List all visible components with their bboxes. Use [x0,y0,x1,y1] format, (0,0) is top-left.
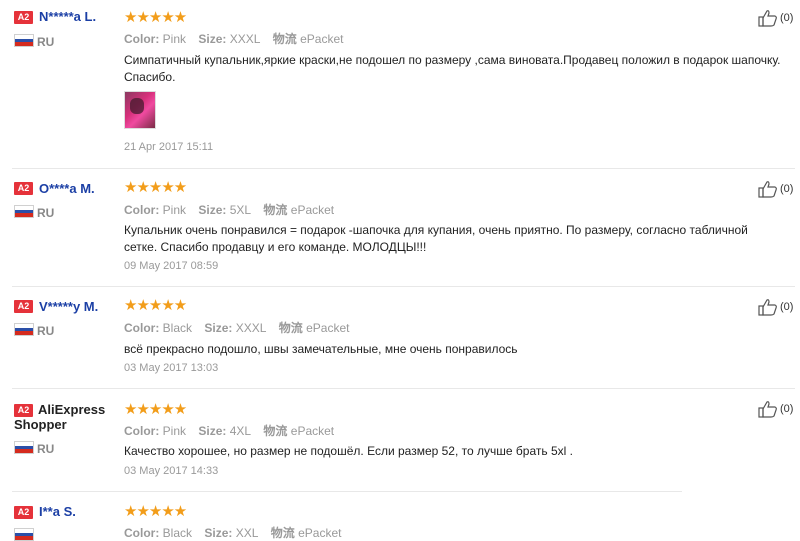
order-attributes: Color: Black Size: XXXL 物流 ePacket [124,319,349,336]
review-text: Качество хорошее, но размер не подошёл. … [124,444,573,458]
review-text: Симпатичный купальник,яркие краски,не по… [124,53,781,84]
like-button[interactable]: (0) [758,9,798,29]
country-flag-icon [14,205,34,218]
color-value: Black [162,321,193,335]
size-value: 5XL [229,203,252,217]
thumbs-up-icon [758,299,777,316]
like-count: (0) [780,183,794,195]
review-date: 03 May 2017 13:03 [124,362,219,374]
shipping-value: ePacket [306,321,350,335]
shipping-value: ePacket [298,526,342,540]
country-flag-icon [14,323,34,336]
color-value: Pink [162,203,187,217]
size-label: Size: [204,321,233,335]
like-button[interactable]: (0) [758,298,798,318]
color-value: Pink [162,424,187,438]
star-rating: ★★★★★ [124,503,187,520]
review-photo-thumbnail[interactable] [124,91,156,129]
star-rating: ★★★★★ [124,179,187,196]
shipping-label: 物流 [272,32,297,46]
size-label: Size: [198,424,227,438]
like-button[interactable]: (0) [758,180,798,200]
shipping-value: ePacket [290,203,335,217]
order-attributes: Color: Pink Size: 4XL 物流 ePacket [124,422,334,439]
size-value: XXXL [235,321,267,335]
reviewer-name: V*****y M. [39,299,99,314]
country-flag-icon [14,441,34,454]
thumbs-up-icon [758,10,777,27]
reviewer-country: RU [37,324,55,338]
order-attributes: Color: Pink Size: 5XL 物流 ePacket [124,201,334,218]
size-value: XXXL [229,32,261,46]
size-label: Size: [198,32,227,46]
shipping-value: ePacket [300,32,344,46]
review-divider [12,491,682,492]
country-flag-icon [14,34,34,47]
reviewer-name: O****a M. [39,181,95,196]
reviewer-country: RU [37,442,55,456]
review-text: всё прекрасно подошло, швы замечательные… [124,342,518,356]
shipping-label: 物流 [263,424,288,438]
star-rating: ★★★★★ [124,297,187,314]
reviewer-name: AliExpress Shopper [14,402,106,432]
reviewer-name: I**a S. [39,504,76,519]
reviewer-country: RU [37,206,55,220]
size-value: 4XL [229,424,252,438]
color-label: Color: [124,424,160,438]
shipping-value: ePacket [290,424,335,438]
thumbs-up-icon [758,181,777,198]
review-text: Купальник очень понравился = подарок -ша… [124,223,748,254]
size-label: Size: [204,526,233,540]
shipping-label: 物流 [270,526,295,540]
star-rating: ★★★★★ [124,9,187,26]
star-rating: ★★★★★ [124,401,187,418]
color-value: Black [162,526,193,540]
like-count: (0) [780,12,794,24]
review-divider [12,168,795,169]
color-value: Pink [162,32,187,46]
review-divider [12,286,795,287]
like-button[interactable]: (0) [758,400,798,420]
buyer-level-badge: A2 [14,300,33,313]
buyer-level-badge: A2 [14,11,33,24]
thumbs-up-icon [758,401,777,418]
like-count: (0) [780,403,794,415]
color-label: Color: [124,526,160,540]
buyer-level-badge: A2 [14,506,33,519]
shipping-label: 物流 [278,321,303,335]
size-value: XXL [235,526,259,540]
review-date: 21 Apr 2017 15:11 [124,141,214,153]
order-attributes: Color: Pink Size: XXXL 物流 ePacket [124,30,343,47]
reviewer-country: RU [37,35,55,49]
review-divider [12,388,795,389]
shipping-label: 物流 [263,203,288,217]
color-label: Color: [124,32,160,46]
buyer-level-badge: A2 [14,182,33,195]
review-date: 03 May 2017 14:33 [124,465,219,477]
reviewer-name: N*****a L. [39,9,97,24]
color-label: Color: [124,203,160,217]
color-label: Color: [124,321,160,335]
country-flag-icon [14,528,34,541]
like-count: (0) [780,301,794,313]
size-label: Size: [198,203,227,217]
review-date: 09 May 2017 08:59 [124,260,219,272]
